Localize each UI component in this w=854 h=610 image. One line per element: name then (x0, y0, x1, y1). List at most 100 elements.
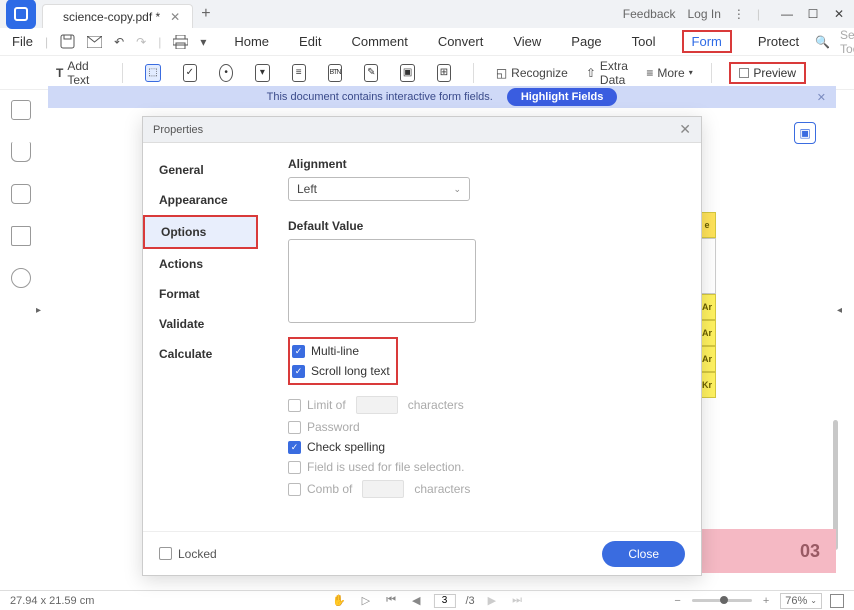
prev-page-icon[interactable]: ◀ (409, 594, 423, 607)
dialog-title-bar[interactable]: Properties ✕ (143, 117, 701, 143)
image-field-icon[interactable]: ▣ (400, 64, 414, 82)
close-button[interactable]: Close (602, 541, 685, 567)
feedback-link[interactable]: Feedback (623, 7, 676, 21)
status-bar: 27.94 x 21.59 cm ✋ ▷ ⏮ ◀ /3 ▶ ⏭ − + 76%⌄ (0, 590, 854, 610)
menu-tool[interactable]: Tool (628, 30, 660, 53)
mail-icon[interactable] (87, 33, 102, 51)
menu-convert[interactable]: Convert (434, 30, 488, 53)
check-spelling-checkbox[interactable]: ✓ (288, 441, 301, 454)
form-fields-banner: This document contains interactive form … (48, 86, 836, 108)
left-sidebar (0, 86, 42, 590)
default-value-label: Default Value (288, 219, 671, 233)
button-field-icon[interactable]: BTN (328, 64, 342, 82)
dropdown-field-icon[interactable]: ▾ (255, 64, 269, 82)
quick-dropdown-icon[interactable]: ▾ (200, 33, 206, 51)
dialog-title: Properties (153, 124, 203, 136)
tab-format[interactable]: Format (143, 279, 258, 309)
banner-close-icon[interactable]: ✕ (817, 91, 826, 104)
dialog-close-icon[interactable]: ✕ (679, 121, 691, 138)
file-menu[interactable]: File (12, 34, 33, 49)
app-logo (6, 0, 36, 29)
attachments-icon[interactable] (11, 226, 31, 246)
default-value-textarea[interactable] (288, 239, 476, 323)
search-panel-icon[interactable] (11, 268, 31, 288)
zoom-in-icon[interactable]: + (760, 595, 772, 607)
tab-options[interactable]: Options (143, 215, 258, 249)
save-icon[interactable] (60, 33, 75, 51)
redo-icon[interactable]: ↷ (136, 33, 146, 51)
next-page-icon[interactable]: ▶ (485, 594, 499, 607)
comments-icon[interactable] (11, 184, 31, 204)
recognize-button[interactable]: ◱Recognize (496, 66, 568, 80)
document-tab[interactable]: science-copy.pdf * ✕ (42, 4, 193, 28)
title-bar: science-copy.pdf * ✕ + Feedback Log In ⋮… (0, 0, 854, 28)
add-text-button[interactable]: TAdd Text (56, 59, 100, 87)
menu-comment[interactable]: Comment (347, 30, 411, 53)
highlight-fields-button[interactable]: Highlight Fields (507, 88, 618, 106)
zoom-slider[interactable] (692, 599, 752, 602)
signature-field-icon[interactable]: ✎ (364, 64, 378, 82)
menu-form[interactable]: Form (682, 30, 732, 53)
new-tab-button[interactable]: + (201, 5, 210, 23)
limit-of-input[interactable] (356, 396, 398, 414)
date-field-icon[interactable]: ⊞ (437, 64, 451, 82)
zoom-level-select[interactable]: 76%⌄ (780, 593, 822, 609)
menu-view[interactable]: View (509, 30, 545, 53)
list-field-icon[interactable]: ≡ (292, 64, 306, 82)
page-dimensions: 27.94 x 21.59 cm (10, 595, 94, 607)
select-tool-icon[interactable]: ▷ (359, 594, 373, 607)
form-panel-icon[interactable]: ▣ (794, 122, 816, 144)
more-menu-icon[interactable]: ⋮ (733, 7, 745, 21)
undo-icon[interactable]: ↶ (114, 33, 124, 51)
close-window-icon[interactable]: ✕ (832, 7, 846, 21)
scroll-long-text-checkbox[interactable]: ✓ (292, 365, 305, 378)
expand-right-icon[interactable]: ◂ (837, 305, 842, 316)
search-tools-input[interactable]: Search Tools (840, 28, 854, 56)
hand-tool-icon[interactable]: ✋ (329, 594, 349, 607)
bookmarks-icon[interactable] (11, 142, 31, 162)
menu-home[interactable]: Home (230, 30, 273, 53)
thumbnails-icon[interactable] (11, 100, 31, 120)
radio-field-icon[interactable]: • (219, 64, 233, 82)
tab-general[interactable]: General (143, 155, 258, 185)
banner-message: This document contains interactive form … (267, 91, 493, 103)
tab-appearance[interactable]: Appearance (143, 185, 258, 215)
form-toolbar: TAdd Text ⬚ ✓ • ▾ ≡ BTN ✎ ▣ ⊞ ◱Recognize… (0, 56, 854, 90)
print-icon[interactable] (173, 33, 188, 51)
scroll-long-text-label: Scroll long text (311, 364, 390, 378)
tab-validate[interactable]: Validate (143, 309, 258, 339)
last-page-icon[interactable]: ⏭ (509, 594, 525, 607)
multi-line-checkbox[interactable]: ✓ (292, 345, 305, 358)
multi-line-label: Multi-line (311, 344, 359, 358)
maximize-icon[interactable]: ☐ (806, 7, 820, 21)
login-link[interactable]: Log In (688, 7, 721, 21)
page-number-input[interactable] (433, 594, 455, 608)
menu-page[interactable]: Page (567, 30, 605, 53)
menu-protect[interactable]: Protect (754, 30, 803, 53)
more-button[interactable]: ≡More▾ (646, 66, 692, 80)
search-icon[interactable]: 🔍 (815, 35, 830, 49)
menu-tabs: Home Edit Comment Convert View Page Tool… (230, 30, 803, 53)
preview-button[interactable]: Preview (729, 62, 806, 84)
zoom-out-icon[interactable]: − (671, 595, 683, 607)
first-page-icon[interactable]: ⏮ (383, 594, 399, 607)
file-selection-checkbox[interactable] (288, 461, 301, 474)
password-checkbox[interactable] (288, 421, 301, 434)
text-field-icon[interactable]: ⬚ (145, 64, 160, 82)
extra-data-button[interactable]: ⇧Extra Data (586, 59, 628, 87)
minimize-icon[interactable]: — (780, 7, 794, 21)
dialog-tabs: General Appearance Options Actions Forma… (143, 143, 258, 531)
checkbox-field-icon[interactable]: ✓ (183, 64, 197, 82)
tab-actions[interactable]: Actions (143, 249, 258, 279)
locked-checkbox-row[interactable]: Locked (159, 547, 217, 561)
alignment-select[interactable]: Left⌄ (288, 177, 470, 201)
limit-of-checkbox[interactable] (288, 399, 301, 412)
page-badge: 03 (800, 541, 820, 562)
comb-of-checkbox[interactable] (288, 483, 301, 496)
expand-left-icon[interactable]: ▸ (36, 305, 41, 316)
tab-calculate[interactable]: Calculate (143, 339, 258, 369)
menu-edit[interactable]: Edit (295, 30, 325, 53)
comb-of-input[interactable] (362, 480, 404, 498)
close-tab-icon[interactable]: ✕ (166, 10, 184, 24)
fit-page-icon[interactable] (830, 594, 844, 608)
